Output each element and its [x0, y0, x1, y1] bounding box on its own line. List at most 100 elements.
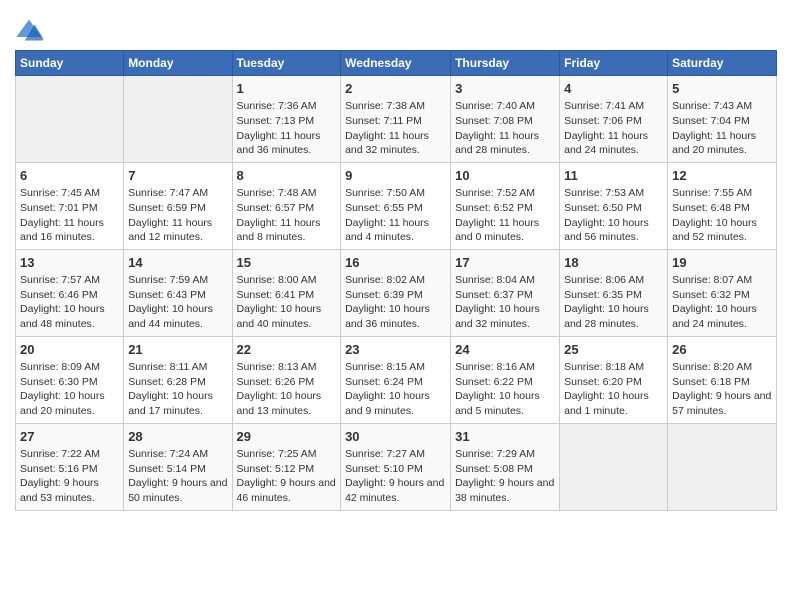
logo [15, 16, 46, 44]
day-info: Sunrise: 7:29 AMSunset: 5:08 PMDaylight:… [455, 447, 555, 506]
day-info: Sunrise: 7:27 AMSunset: 5:10 PMDaylight:… [345, 447, 446, 506]
calendar-cell: 26Sunrise: 8:20 AMSunset: 6:18 PMDayligh… [668, 336, 777, 423]
calendar-cell: 19Sunrise: 8:07 AMSunset: 6:32 PMDayligh… [668, 249, 777, 336]
day-number: 22 [237, 341, 337, 359]
day-number: 14 [128, 254, 227, 272]
day-info: Sunrise: 7:43 AMSunset: 7:04 PMDaylight:… [672, 99, 772, 158]
header-friday: Friday [560, 51, 668, 76]
day-number: 11 [564, 167, 663, 185]
header-tuesday: Tuesday [232, 51, 341, 76]
day-info: Sunrise: 7:53 AMSunset: 6:50 PMDaylight:… [564, 186, 663, 245]
calendar-cell [668, 423, 777, 510]
calendar-cell: 7Sunrise: 7:47 AMSunset: 6:59 PMDaylight… [124, 162, 232, 249]
calendar-week-2: 6Sunrise: 7:45 AMSunset: 7:01 PMDaylight… [16, 162, 777, 249]
header-monday: Monday [124, 51, 232, 76]
day-info: Sunrise: 7:22 AMSunset: 5:16 PMDaylight:… [20, 447, 119, 506]
day-number: 31 [455, 428, 555, 446]
day-info: Sunrise: 7:41 AMSunset: 7:06 PMDaylight:… [564, 99, 663, 158]
day-info: Sunrise: 7:57 AMSunset: 6:46 PMDaylight:… [20, 273, 119, 332]
day-number: 9 [345, 167, 446, 185]
day-number: 25 [564, 341, 663, 359]
day-number: 13 [20, 254, 119, 272]
day-number: 18 [564, 254, 663, 272]
day-number: 2 [345, 80, 446, 98]
day-info: Sunrise: 7:40 AMSunset: 7:08 PMDaylight:… [455, 99, 555, 158]
day-number: 29 [237, 428, 337, 446]
day-number: 6 [20, 167, 119, 185]
calendar-week-3: 13Sunrise: 7:57 AMSunset: 6:46 PMDayligh… [16, 249, 777, 336]
calendar-cell: 3Sunrise: 7:40 AMSunset: 7:08 PMDaylight… [451, 76, 560, 163]
day-number: 12 [672, 167, 772, 185]
calendar-cell: 21Sunrise: 8:11 AMSunset: 6:28 PMDayligh… [124, 336, 232, 423]
header-thursday: Thursday [451, 51, 560, 76]
calendar-cell [560, 423, 668, 510]
logo-icon [15, 16, 43, 44]
calendar-cell [16, 76, 124, 163]
page-header [15, 10, 777, 44]
calendar-cell: 8Sunrise: 7:48 AMSunset: 6:57 PMDaylight… [232, 162, 341, 249]
day-number: 26 [672, 341, 772, 359]
header-wednesday: Wednesday [341, 51, 451, 76]
calendar-cell: 12Sunrise: 7:55 AMSunset: 6:48 PMDayligh… [668, 162, 777, 249]
calendar-cell: 22Sunrise: 8:13 AMSunset: 6:26 PMDayligh… [232, 336, 341, 423]
day-number: 23 [345, 341, 446, 359]
calendar-cell: 31Sunrise: 7:29 AMSunset: 5:08 PMDayligh… [451, 423, 560, 510]
calendar-cell: 20Sunrise: 8:09 AMSunset: 6:30 PMDayligh… [16, 336, 124, 423]
day-info: Sunrise: 7:59 AMSunset: 6:43 PMDaylight:… [128, 273, 227, 332]
day-info: Sunrise: 7:38 AMSunset: 7:11 PMDaylight:… [345, 99, 446, 158]
day-number: 8 [237, 167, 337, 185]
calendar-cell: 10Sunrise: 7:52 AMSunset: 6:52 PMDayligh… [451, 162, 560, 249]
day-number: 5 [672, 80, 772, 98]
calendar-cell: 13Sunrise: 7:57 AMSunset: 6:46 PMDayligh… [16, 249, 124, 336]
calendar-cell: 29Sunrise: 7:25 AMSunset: 5:12 PMDayligh… [232, 423, 341, 510]
day-number: 3 [455, 80, 555, 98]
calendar-week-5: 27Sunrise: 7:22 AMSunset: 5:16 PMDayligh… [16, 423, 777, 510]
calendar-cell: 15Sunrise: 8:00 AMSunset: 6:41 PMDayligh… [232, 249, 341, 336]
calendar-cell: 9Sunrise: 7:50 AMSunset: 6:55 PMDaylight… [341, 162, 451, 249]
day-info: Sunrise: 7:55 AMSunset: 6:48 PMDaylight:… [672, 186, 772, 245]
day-info: Sunrise: 8:04 AMSunset: 6:37 PMDaylight:… [455, 273, 555, 332]
day-number: 28 [128, 428, 227, 446]
calendar-cell: 1Sunrise: 7:36 AMSunset: 7:13 PMDaylight… [232, 76, 341, 163]
day-info: Sunrise: 8:09 AMSunset: 6:30 PMDaylight:… [20, 360, 119, 419]
day-info: Sunrise: 7:24 AMSunset: 5:14 PMDaylight:… [128, 447, 227, 506]
day-info: Sunrise: 8:00 AMSunset: 6:41 PMDaylight:… [237, 273, 337, 332]
calendar-cell: 5Sunrise: 7:43 AMSunset: 7:04 PMDaylight… [668, 76, 777, 163]
day-number: 10 [455, 167, 555, 185]
calendar-cell: 2Sunrise: 7:38 AMSunset: 7:11 PMDaylight… [341, 76, 451, 163]
day-number: 20 [20, 341, 119, 359]
day-info: Sunrise: 8:02 AMSunset: 6:39 PMDaylight:… [345, 273, 446, 332]
calendar-cell: 6Sunrise: 7:45 AMSunset: 7:01 PMDaylight… [16, 162, 124, 249]
calendar-cell: 25Sunrise: 8:18 AMSunset: 6:20 PMDayligh… [560, 336, 668, 423]
day-number: 24 [455, 341, 555, 359]
day-number: 4 [564, 80, 663, 98]
day-info: Sunrise: 7:50 AMSunset: 6:55 PMDaylight:… [345, 186, 446, 245]
day-info: Sunrise: 8:18 AMSunset: 6:20 PMDaylight:… [564, 360, 663, 419]
day-info: Sunrise: 8:07 AMSunset: 6:32 PMDaylight:… [672, 273, 772, 332]
day-number: 27 [20, 428, 119, 446]
day-info: Sunrise: 7:52 AMSunset: 6:52 PMDaylight:… [455, 186, 555, 245]
day-number: 1 [237, 80, 337, 98]
day-info: Sunrise: 8:20 AMSunset: 6:18 PMDaylight:… [672, 360, 772, 419]
day-info: Sunrise: 7:25 AMSunset: 5:12 PMDaylight:… [237, 447, 337, 506]
calendar-cell: 30Sunrise: 7:27 AMSunset: 5:10 PMDayligh… [341, 423, 451, 510]
day-info: Sunrise: 7:48 AMSunset: 6:57 PMDaylight:… [237, 186, 337, 245]
day-number: 15 [237, 254, 337, 272]
day-info: Sunrise: 7:47 AMSunset: 6:59 PMDaylight:… [128, 186, 227, 245]
day-info: Sunrise: 8:13 AMSunset: 6:26 PMDaylight:… [237, 360, 337, 419]
day-info: Sunrise: 7:45 AMSunset: 7:01 PMDaylight:… [20, 186, 119, 245]
calendar-week-4: 20Sunrise: 8:09 AMSunset: 6:30 PMDayligh… [16, 336, 777, 423]
day-number: 17 [455, 254, 555, 272]
day-number: 21 [128, 341, 227, 359]
calendar-cell: 4Sunrise: 7:41 AMSunset: 7:06 PMDaylight… [560, 76, 668, 163]
day-info: Sunrise: 8:15 AMSunset: 6:24 PMDaylight:… [345, 360, 446, 419]
calendar-cell: 24Sunrise: 8:16 AMSunset: 6:22 PMDayligh… [451, 336, 560, 423]
calendar-cell: 18Sunrise: 8:06 AMSunset: 6:35 PMDayligh… [560, 249, 668, 336]
calendar-cell: 11Sunrise: 7:53 AMSunset: 6:50 PMDayligh… [560, 162, 668, 249]
calendar-cell [124, 76, 232, 163]
day-number: 30 [345, 428, 446, 446]
calendar-cell: 17Sunrise: 8:04 AMSunset: 6:37 PMDayligh… [451, 249, 560, 336]
day-info: Sunrise: 8:16 AMSunset: 6:22 PMDaylight:… [455, 360, 555, 419]
calendar-cell: 23Sunrise: 8:15 AMSunset: 6:24 PMDayligh… [341, 336, 451, 423]
day-number: 7 [128, 167, 227, 185]
